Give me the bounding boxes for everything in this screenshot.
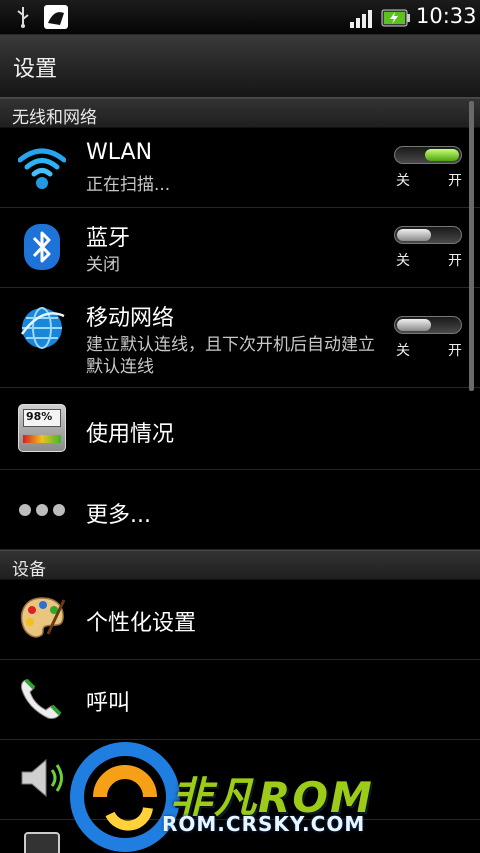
settings-item-personalize[interactable]: 个性化设置 xyxy=(0,580,480,660)
section-title: 无线和网络 xyxy=(12,108,97,128)
page-title: 设置 xyxy=(13,57,58,82)
palette-icon xyxy=(20,597,66,638)
section-header-device: 设备 xyxy=(0,550,480,580)
data-usage-icon: 98% xyxy=(18,404,66,452)
settings-item-bluetooth[interactable]: 蓝牙 关闭 关 开 xyxy=(0,208,480,288)
bluetooth-toggle[interactable] xyxy=(394,226,462,244)
title-bar: 设置 xyxy=(0,35,480,98)
usb-icon xyxy=(17,7,29,28)
watermark-url: ROM.CRSKY.COM xyxy=(162,812,366,836)
app-notification-icon xyxy=(44,5,68,29)
clock: 10:33 xyxy=(416,4,477,28)
mobile-network-label: 移动网络 xyxy=(86,306,175,331)
section-header-wireless: 无线和网络 xyxy=(0,98,480,128)
wlan-status: 正在扫描... xyxy=(86,175,171,195)
status-bar: 10:33 xyxy=(0,0,480,35)
call-label: 呼叫 xyxy=(86,691,131,716)
settings-item-mobile-network[interactable]: 移动网络 建立默认连线，且下次开机后自动建立默认连线 关 开 xyxy=(0,288,480,388)
toggle-off-label: 关 xyxy=(396,343,410,359)
bluetooth-icon xyxy=(24,224,60,270)
wifi-icon xyxy=(18,148,66,189)
settings-item-more[interactable]: 更多... xyxy=(0,470,480,550)
data-usage-label: 使用情况 xyxy=(86,422,175,447)
mobile-network-status: 建立默认连线，且下次开机后自动建立默认连线 xyxy=(86,335,375,377)
settings-item-data-usage[interactable]: 98% 使用情况 xyxy=(0,388,480,470)
display-icon xyxy=(24,832,60,853)
bluetooth-label: 蓝牙 xyxy=(86,226,131,251)
toggle-on-label: 开 xyxy=(448,343,462,359)
settings-item-wlan[interactable]: WLAN 正在扫描... 关 开 xyxy=(0,128,480,208)
watermark: 非凡ROM ROM.CRSKY.COM xyxy=(70,740,480,853)
wlan-toggle[interactable] xyxy=(394,146,462,164)
bluetooth-status: 关闭 xyxy=(86,255,120,275)
toggle-off-label: 关 xyxy=(396,253,410,269)
speaker-icon xyxy=(21,758,63,798)
section-title: 设备 xyxy=(12,560,46,580)
personalize-label: 个性化设置 xyxy=(86,611,197,636)
settings-item-call[interactable]: 呼叫 xyxy=(0,660,480,740)
toggle-on-label: 开 xyxy=(448,253,462,269)
toggle-on-label: 开 xyxy=(448,173,462,189)
battery-charging-icon xyxy=(381,9,410,27)
more-label: 更多... xyxy=(86,503,151,528)
scrollbar[interactable] xyxy=(469,101,474,391)
globe-icon xyxy=(20,307,65,349)
more-dots-icon xyxy=(19,504,65,516)
phone-icon xyxy=(21,678,62,719)
signal-icon xyxy=(350,10,372,28)
mobile-network-toggle[interactable] xyxy=(394,316,462,334)
usage-badge: 98% xyxy=(23,409,61,427)
wlan-label: WLAN xyxy=(86,140,153,165)
toggle-off-label: 关 xyxy=(396,173,410,189)
